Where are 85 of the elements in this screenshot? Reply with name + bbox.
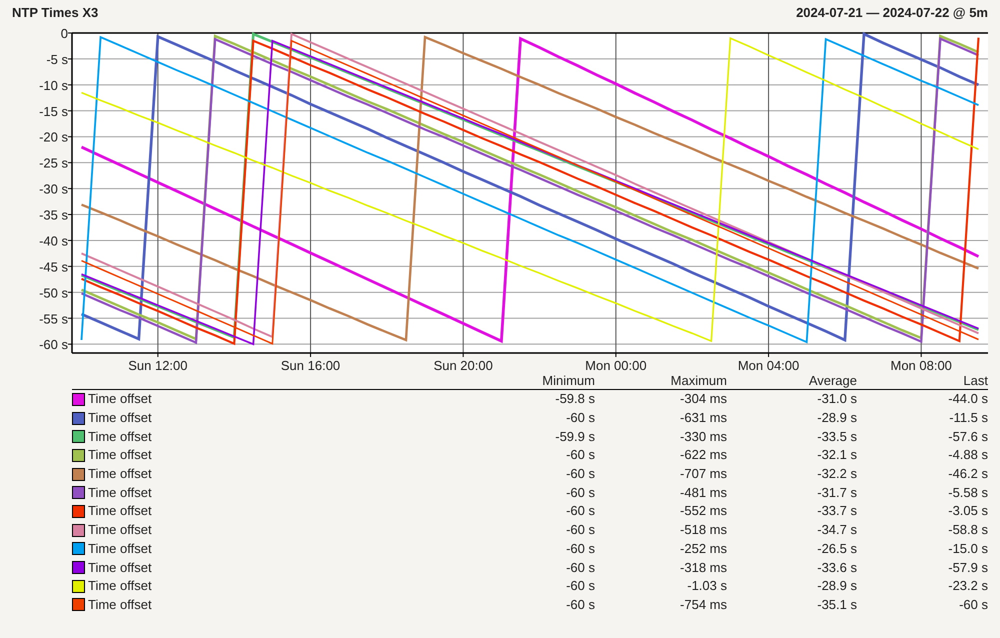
minimum-value: -60 s [566,447,595,464]
average-value: -32.1 s [817,447,857,464]
average-value: -35.1 s [817,596,857,613]
minimum-value: -60 s [566,560,595,576]
series-label: Time offset [88,540,152,557]
average-value: -34.7 s [817,522,857,538]
last-value: -5.58 s [948,484,988,501]
y-tick-label: -5 s [46,52,68,67]
last-value: -60 s [959,596,988,613]
last-value: -15.0 s [948,540,988,557]
y-tick-label: -15 s [39,104,68,119]
minimum-value: -60 s [566,578,595,594]
average-value: -32.2 s [817,466,857,482]
maximum-value: -330 ms [680,428,727,445]
series-label: Time offset [88,522,152,538]
last-value: -4.88 s [948,447,988,464]
maximum-value: -552 ms [680,503,727,520]
maximum-value: -304 ms [680,391,727,408]
series-label: Time offset [88,484,152,501]
minimum-value: -60 s [566,410,595,426]
y-tick-label: -35 s [39,208,68,223]
minimum-value: -60 s [566,503,595,520]
maximum-value: -481 ms [680,484,727,501]
y-tick-label: -20 s [39,130,68,145]
maximum-value: -631 ms [680,410,727,426]
x-tick-label: Mon 04:00 [738,358,800,372]
column-header: Maximum [670,372,727,388]
average-value: -31.0 s [817,391,857,408]
y-tick-label: -55 s [39,311,68,326]
average-value: -26.5 s [817,540,857,557]
average-value: -28.9 s [817,578,857,594]
x-tick-label: Mon 00:00 [585,358,647,372]
y-tick-label: -50 s [39,285,68,300]
average-value: -33.6 s [817,560,857,576]
column-header: Minimum [542,372,595,388]
series-label: Time offset [88,428,152,445]
series-label: Time offset [88,391,152,408]
y-tick-label: -30 s [39,182,68,197]
minimum-value: -60 s [566,540,595,557]
average-value: -33.5 s [817,428,857,445]
last-value: -46.2 s [948,466,988,482]
chart-title: NTP Times X3 [12,4,98,22]
last-value: -11.5 s [949,410,988,426]
last-value: -57.9 s [948,560,988,576]
date-range: 2024-07-21 — 2024-07-22 @ 5m [796,4,988,22]
y-tick-label: 0 [60,26,68,41]
minimum-value: -59.8 s [555,391,595,408]
x-tick-label: Sun 16:00 [280,358,340,372]
y-tick-label: -40 s [39,233,68,248]
minimum-value: -60 s [566,596,595,613]
y-tick-label: -60 s [39,337,68,352]
last-value: -44.0 s [948,391,988,408]
series-label: Time offset [88,560,152,576]
minimum-value: -59.9 s [555,428,595,445]
series-label: Time offset [88,447,152,464]
x-tick-label: Mon 08:00 [890,358,952,372]
maximum-value: -1.03 s [687,578,727,594]
maximum-value: -518 ms [680,522,727,538]
maximum-value: -754 ms [680,596,727,613]
series-label: Time offset [88,410,152,426]
column-header: Average [808,372,857,388]
column-header: Last [963,372,988,388]
y-tick-label: -45 s [39,259,68,274]
series-label: Time offset [88,596,152,613]
series-label: Time offset [88,503,152,520]
y-tick-label: -25 s [39,156,68,171]
average-value: -31.7 s [817,484,857,501]
maximum-value: -707 ms [680,466,727,482]
maximum-value: -622 ms [680,447,727,464]
y-tick-label: -10 s [39,78,68,93]
minimum-value: -60 s [566,522,595,538]
last-value: -58.8 s [948,522,988,538]
average-value: -28.9 s [817,410,857,426]
maximum-value: -252 ms [680,540,727,557]
x-tick-label: Sun 12:00 [128,358,188,372]
minimum-value: -60 s [566,484,595,501]
series-label: Time offset [88,578,152,594]
series-label: Time offset [88,466,152,482]
minimum-value: -60 s [566,466,595,482]
maximum-value: -318 ms [680,560,727,576]
x-tick-label: Sun 20:00 [434,358,493,372]
last-value: -57.6 s [948,428,988,445]
last-value: -23.2 s [948,578,988,594]
last-value: -3.05 s [948,503,988,520]
average-value: -33.7 s [817,503,857,520]
